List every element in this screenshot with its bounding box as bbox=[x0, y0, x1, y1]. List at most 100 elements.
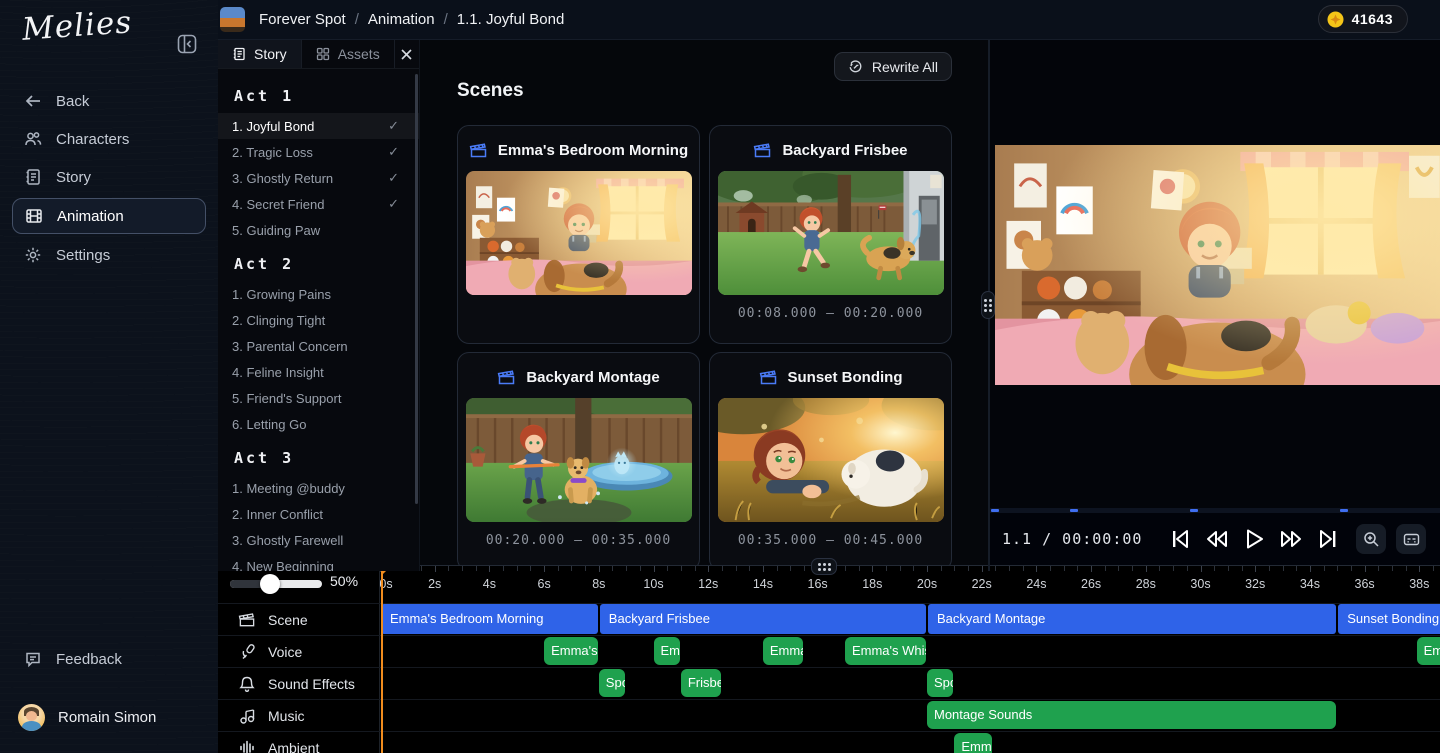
audio-clip[interactable]: Emma's bbox=[544, 637, 598, 665]
tab-assets[interactable]: Assets bbox=[302, 40, 395, 68]
sidebar-item-story[interactable]: Story bbox=[12, 160, 206, 194]
sidebar-item-animation[interactable]: Animation bbox=[12, 198, 206, 234]
rewrite-all-button[interactable]: Rewrite All bbox=[834, 52, 952, 81]
scene-clip[interactable]: Backyard Frisbee bbox=[600, 604, 926, 634]
sidebar-item-back[interactable]: Back bbox=[12, 84, 206, 118]
transport-buttons bbox=[1168, 527, 1340, 551]
timeline-zoom-control: 50% bbox=[218, 566, 379, 603]
audio-clip[interactable]: Emma bbox=[763, 637, 803, 665]
scene-card-title: Backyard Frisbee bbox=[782, 142, 907, 159]
scene-list-item[interactable]: 1. Joyful Bond✓ bbox=[218, 113, 419, 139]
scene-list-item[interactable]: 3. Parental Concern bbox=[218, 333, 419, 359]
clapperboard-icon bbox=[238, 611, 256, 629]
track-header-scene[interactable]: Scene bbox=[218, 603, 380, 635]
scene-list-item[interactable]: 2. Clinging Tight bbox=[218, 307, 419, 333]
captions-button[interactable] bbox=[1396, 524, 1426, 554]
scene-list-item[interactable]: 4. Feline Insight bbox=[218, 359, 419, 385]
scene-card-sunset-bonding[interactable]: Sunset Bonding bbox=[709, 352, 952, 571]
skip-to-end-button[interactable] bbox=[1316, 527, 1340, 551]
video-preview[interactable] bbox=[990, 40, 1440, 508]
captions-icon bbox=[1403, 531, 1420, 548]
seek-scene-marker[interactable] bbox=[1070, 509, 1078, 512]
zoom-preview-button[interactable] bbox=[1356, 524, 1386, 554]
scene-clip[interactable]: Emma's Bedroom Morning bbox=[381, 604, 598, 634]
track-header-ambient[interactable]: Ambient bbox=[218, 731, 380, 753]
scene-list-item[interactable]: 2. Inner Conflict bbox=[218, 501, 419, 527]
seek-scene-marker[interactable] bbox=[1190, 509, 1198, 512]
timeline-zoom-slider[interactable] bbox=[230, 580, 322, 588]
panel-close-button[interactable] bbox=[395, 40, 419, 68]
scene-list-item[interactable]: 2. Tragic Loss✓ bbox=[218, 139, 419, 165]
audio-clip[interactable]: Emma bbox=[954, 733, 991, 753]
breadcrumb-project[interactable]: Forever Spot bbox=[259, 11, 346, 28]
sidebar-item-characters[interactable]: Characters bbox=[12, 122, 206, 156]
playback-controls: 1.1 / 00:00:00 bbox=[990, 513, 1440, 565]
feedback-label: Feedback bbox=[56, 651, 122, 668]
timeline-tracks-area[interactable]: 0s2s4s6s8s10s12s14s16s18s20s22s24s26s28s… bbox=[380, 566, 1440, 753]
app-logo: Melies bbox=[21, 4, 133, 48]
scene-list-item[interactable]: 3. Ghostly Farewell bbox=[218, 527, 419, 553]
skip-to-start-button[interactable] bbox=[1168, 527, 1192, 551]
track-header-music[interactable]: Music bbox=[218, 699, 380, 731]
user-name: Romain Simon bbox=[58, 709, 156, 726]
clapperboard-icon bbox=[497, 369, 516, 386]
breadcrumb-section[interactable]: Animation bbox=[368, 11, 435, 28]
scene-card-timecode: 00:20.000 – 00:35.000 bbox=[458, 533, 699, 548]
audio-clip[interactable]: Frisbee bbox=[681, 669, 721, 697]
sidebar-item-settings[interactable]: Settings bbox=[12, 238, 206, 272]
acts-list: Act 11. Joyful Bond✓2. Tragic Loss✓3. Gh… bbox=[218, 69, 419, 571]
scene-card-emmas-bedroom-morning[interactable]: Emma's Bedroom Morning bbox=[457, 125, 700, 344]
scene-list-item-label: 5. Friend's Support bbox=[232, 391, 341, 406]
breadcrumb-separator: / bbox=[444, 11, 448, 28]
sidebar-footer: Feedback Romain Simon bbox=[0, 638, 218, 753]
play-button[interactable] bbox=[1242, 527, 1266, 551]
audio-clip[interactable]: Spotty bbox=[599, 669, 625, 697]
scene-list-item[interactable]: 3. Ghostly Return✓ bbox=[218, 165, 419, 191]
scene-clip[interactable]: Sunset Bonding bbox=[1338, 604, 1440, 634]
scene-list-item[interactable]: 5. Friend's Support bbox=[218, 385, 419, 411]
scene-list-item-label: 4. Feline Insight bbox=[232, 365, 324, 380]
scene-list-item[interactable]: 5. Guiding Paw bbox=[218, 217, 419, 243]
track-header-sound-effects[interactable]: Sound Effects bbox=[218, 667, 380, 699]
timeline-clips: Emma's Bedroom MorningBackyard FrisbeeBa… bbox=[380, 566, 1440, 753]
scene-list-item[interactable]: 4. New Beginning bbox=[218, 553, 419, 571]
grid-icon bbox=[316, 47, 330, 61]
seek-scene-marker[interactable] bbox=[991, 509, 999, 512]
audio-clip[interactable]: Spotty bbox=[927, 669, 953, 697]
credits-badge[interactable]: 41643 bbox=[1318, 5, 1408, 33]
timeline-track-headers: 50% Scene Voice Sound Effects Music Ambi… bbox=[218, 566, 380, 753]
audio-clip[interactable]: Emma bbox=[1417, 637, 1440, 665]
scene-list-item[interactable]: 1. Growing Pains bbox=[218, 281, 419, 307]
book-icon bbox=[24, 168, 42, 186]
audio-clip[interactable]: Emma's Whis bbox=[845, 637, 926, 665]
track-name: Sound Effects bbox=[268, 676, 355, 692]
timeline-resize-handle[interactable] bbox=[811, 558, 837, 575]
sidebar-item-label: Back bbox=[56, 93, 89, 110]
scene-card-backyard-frisbee[interactable]: Backyard Frisbee bbox=[709, 125, 952, 344]
scene-clip[interactable]: Backyard Montage bbox=[928, 604, 1336, 634]
scene-card-backyard-montage[interactable]: Backyard Montage bbox=[457, 352, 700, 571]
tab-story[interactable]: Story bbox=[218, 40, 302, 68]
avatar bbox=[18, 704, 45, 731]
rewind-button[interactable] bbox=[1205, 527, 1229, 551]
scene-list-item[interactable]: 4. Secret Friend✓ bbox=[218, 191, 419, 217]
scene-list-item[interactable]: 1. Meeting @buddy bbox=[218, 475, 419, 501]
checkmark-icon: ✓ bbox=[388, 196, 399, 212]
scene-list-item[interactable]: 6. Letting Go bbox=[218, 411, 419, 437]
seek-scene-marker[interactable] bbox=[1340, 509, 1348, 512]
audio-clip[interactable]: Emma bbox=[654, 637, 680, 665]
user-menu[interactable]: Romain Simon bbox=[12, 704, 206, 731]
scene-list-item-label: 1. Growing Pains bbox=[232, 287, 331, 302]
panel-scrollbar[interactable] bbox=[415, 74, 418, 504]
scene-list-item-label: 2. Inner Conflict bbox=[232, 507, 323, 522]
track-header-voice[interactable]: Voice bbox=[218, 635, 380, 667]
sidebar-collapse-icon[interactable] bbox=[176, 33, 198, 55]
feedback-button[interactable]: Feedback bbox=[12, 642, 206, 676]
panel-resize-handle[interactable] bbox=[981, 291, 995, 319]
sidebar-nav: Back Characters Story Animation Settings bbox=[0, 80, 218, 276]
audio-clip[interactable]: Montage Sounds bbox=[927, 701, 1336, 729]
zoom-slider-knob[interactable] bbox=[260, 574, 280, 594]
fast-forward-button[interactable] bbox=[1279, 527, 1303, 551]
playhead-line[interactable] bbox=[381, 566, 383, 753]
coin-icon bbox=[1327, 11, 1344, 28]
